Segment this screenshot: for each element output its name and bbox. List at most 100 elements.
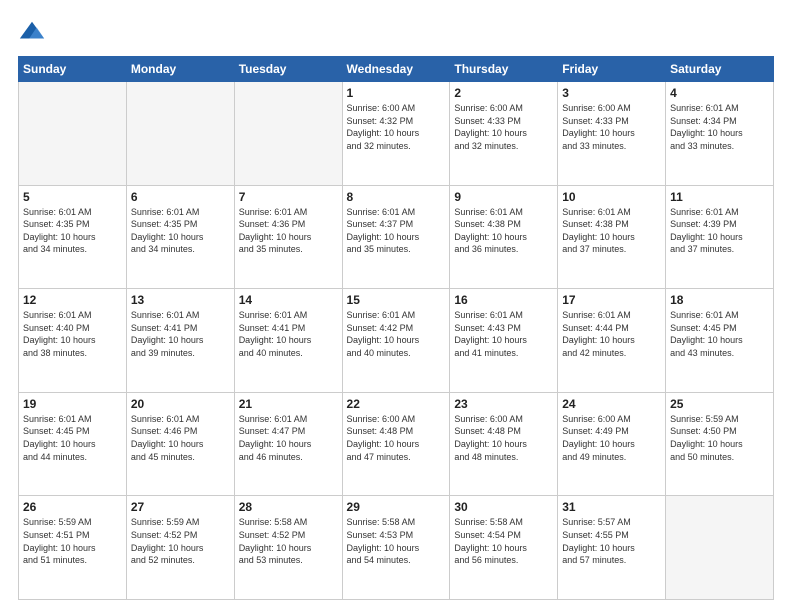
calendar-cell: 19 Sunrise: 6:01 AM Sunset: 4:45 PM Dayli… [19, 392, 127, 496]
day-info: Sunrise: 5:58 AM Sunset: 4:54 PM Dayligh… [454, 516, 553, 566]
day-number: 19 [23, 397, 122, 411]
calendar-day-header: Friday [558, 57, 666, 82]
day-number: 30 [454, 500, 553, 514]
day-info: Sunrise: 5:59 AM Sunset: 4:52 PM Dayligh… [131, 516, 230, 566]
calendar-day-header: Monday [126, 57, 234, 82]
calendar-week-row: 1 Sunrise: 6:00 AM Sunset: 4:32 PM Daylig… [19, 82, 774, 186]
calendar-header-row: SundayMondayTuesdayWednesdayThursdayFrid… [19, 57, 774, 82]
day-info: Sunrise: 6:00 AM Sunset: 4:33 PM Dayligh… [562, 102, 661, 152]
day-info: Sunrise: 6:00 AM Sunset: 4:48 PM Dayligh… [454, 413, 553, 463]
calendar-cell: 21 Sunrise: 6:01 AM Sunset: 4:47 PM Dayli… [234, 392, 342, 496]
logo-icon [18, 18, 46, 46]
calendar-cell: 29Sunrise: 5:58 AM Sunset: 4:53 PM Dayli… [342, 496, 450, 600]
day-info: Sunrise: 6:01 AM Sunset: 4:36 PM Dayligh… [239, 206, 338, 256]
day-info: Sunrise: 6:00 AM Sunset: 4:32 PM Dayligh… [347, 102, 446, 152]
day-info: Sunrise: 6:01 AM Sunset: 4:41 PM Dayligh… [131, 309, 230, 359]
calendar-cell: 27 Sunrise: 5:59 AM Sunset: 4:52 PM Dayli… [126, 496, 234, 600]
day-number: 23 [454, 397, 553, 411]
calendar-week-row: 12 Sunrise: 6:01 AM Sunset: 4:40 PM Dayli… [19, 289, 774, 393]
calendar-week-row: 5Sunrise: 6:01 AM Sunset: 4:35 PM Daylig… [19, 185, 774, 289]
day-number: 22 [347, 397, 446, 411]
day-number: 3 [562, 86, 661, 100]
day-info: Sunrise: 6:00 AM Sunset: 4:49 PM Dayligh… [562, 413, 661, 463]
calendar-cell: 30 Sunrise: 5:58 AM Sunset: 4:54 PM Dayli… [450, 496, 558, 600]
logo [18, 18, 50, 46]
calendar-cell: 13 Sunrise: 6:01 AM Sunset: 4:41 PM Dayli… [126, 289, 234, 393]
calendar-day-header: Wednesday [342, 57, 450, 82]
calendar-day-header: Thursday [450, 57, 558, 82]
day-number: 15 [347, 293, 446, 307]
calendar-cell: 1 Sunrise: 6:00 AM Sunset: 4:32 PM Daylig… [342, 82, 450, 186]
day-info: Sunrise: 6:01 AM Sunset: 4:46 PM Dayligh… [131, 413, 230, 463]
calendar-cell [126, 82, 234, 186]
day-info: Sunrise: 6:01 AM Sunset: 4:34 PM Dayligh… [670, 102, 769, 152]
calendar-cell: 28 Sunrise: 5:58 AM Sunset: 4:52 PM Dayli… [234, 496, 342, 600]
day-number: 17 [562, 293, 661, 307]
calendar-cell: 12 Sunrise: 6:01 AM Sunset: 4:40 PM Dayli… [19, 289, 127, 393]
day-number: 10 [562, 190, 661, 204]
day-info: Sunrise: 6:01 AM Sunset: 4:35 PM Dayligh… [23, 206, 122, 256]
calendar-cell [234, 82, 342, 186]
day-number: 31 [562, 500, 661, 514]
day-number: 7 [239, 190, 338, 204]
day-number: 26 [23, 500, 122, 514]
day-number: 12 [23, 293, 122, 307]
calendar-cell: 2Sunrise: 6:00 AM Sunset: 4:33 PM Daylig… [450, 82, 558, 186]
day-info: Sunrise: 6:01 AM Sunset: 4:42 PM Dayligh… [347, 309, 446, 359]
day-info: Sunrise: 6:01 AM Sunset: 4:37 PM Dayligh… [347, 206, 446, 256]
day-number: 13 [131, 293, 230, 307]
day-info: Sunrise: 5:57 AM Sunset: 4:55 PM Dayligh… [562, 516, 661, 566]
day-info: Sunrise: 6:00 AM Sunset: 4:48 PM Dayligh… [347, 413, 446, 463]
calendar-cell: 23 Sunrise: 6:00 AM Sunset: 4:48 PM Dayli… [450, 392, 558, 496]
calendar-cell: 6Sunrise: 6:01 AM Sunset: 4:35 PM Daylig… [126, 185, 234, 289]
calendar-cell [666, 496, 774, 600]
calendar-cell: 9 Sunrise: 6:01 AM Sunset: 4:38 PM Daylig… [450, 185, 558, 289]
calendar-day-header: Saturday [666, 57, 774, 82]
day-number: 4 [670, 86, 769, 100]
day-number: 9 [454, 190, 553, 204]
calendar-cell: 7 Sunrise: 6:01 AM Sunset: 4:36 PM Daylig… [234, 185, 342, 289]
calendar-cell: 14Sunrise: 6:01 AM Sunset: 4:41 PM Dayli… [234, 289, 342, 393]
day-info: Sunrise: 5:58 AM Sunset: 4:52 PM Dayligh… [239, 516, 338, 566]
day-info: Sunrise: 6:01 AM Sunset: 4:43 PM Dayligh… [454, 309, 553, 359]
calendar-cell: 22 Sunrise: 6:00 AM Sunset: 4:48 PM Dayli… [342, 392, 450, 496]
day-number: 24 [562, 397, 661, 411]
calendar-cell: 17Sunrise: 6:01 AM Sunset: 4:44 PM Dayli… [558, 289, 666, 393]
calendar-cell: 24 Sunrise: 6:00 AM Sunset: 4:49 PM Dayli… [558, 392, 666, 496]
day-info: Sunrise: 6:00 AM Sunset: 4:33 PM Dayligh… [454, 102, 553, 152]
day-number: 6 [131, 190, 230, 204]
day-number: 1 [347, 86, 446, 100]
day-info: Sunrise: 6:01 AM Sunset: 4:38 PM Dayligh… [454, 206, 553, 256]
day-info: Sunrise: 5:59 AM Sunset: 4:50 PM Dayligh… [670, 413, 769, 463]
calendar-cell: 3 Sunrise: 6:00 AM Sunset: 4:33 PM Daylig… [558, 82, 666, 186]
calendar-cell: 18Sunrise: 6:01 AM Sunset: 4:45 PM Dayli… [666, 289, 774, 393]
calendar-cell: 11 Sunrise: 6:01 AM Sunset: 4:39 PM Dayli… [666, 185, 774, 289]
calendar-day-header: Tuesday [234, 57, 342, 82]
day-number: 27 [131, 500, 230, 514]
calendar-cell: 26 Sunrise: 5:59 AM Sunset: 4:51 PM Dayli… [19, 496, 127, 600]
day-info: Sunrise: 6:01 AM Sunset: 4:45 PM Dayligh… [23, 413, 122, 463]
day-info: Sunrise: 5:59 AM Sunset: 4:51 PM Dayligh… [23, 516, 122, 566]
calendar-cell: 16 Sunrise: 6:01 AM Sunset: 4:43 PM Dayli… [450, 289, 558, 393]
day-number: 14 [239, 293, 338, 307]
day-number: 25 [670, 397, 769, 411]
calendar-week-row: 19 Sunrise: 6:01 AM Sunset: 4:45 PM Dayli… [19, 392, 774, 496]
day-number: 28 [239, 500, 338, 514]
day-info: Sunrise: 6:01 AM Sunset: 4:47 PM Dayligh… [239, 413, 338, 463]
day-number: 8 [347, 190, 446, 204]
calendar-cell: 8 Sunrise: 6:01 AM Sunset: 4:37 PM Daylig… [342, 185, 450, 289]
day-info: Sunrise: 6:01 AM Sunset: 4:40 PM Dayligh… [23, 309, 122, 359]
day-number: 29 [347, 500, 446, 514]
calendar-cell: 25 Sunrise: 5:59 AM Sunset: 4:50 PM Dayli… [666, 392, 774, 496]
calendar-cell: 10 Sunrise: 6:01 AM Sunset: 4:38 PM Dayli… [558, 185, 666, 289]
day-number: 21 [239, 397, 338, 411]
day-info: Sunrise: 6:01 AM Sunset: 4:38 PM Dayligh… [562, 206, 661, 256]
calendar-day-header: Sunday [19, 57, 127, 82]
page: SundayMondayTuesdayWednesdayThursdayFrid… [0, 0, 792, 612]
day-number: 11 [670, 190, 769, 204]
day-info: Sunrise: 6:01 AM Sunset: 4:45 PM Dayligh… [670, 309, 769, 359]
day-number: 16 [454, 293, 553, 307]
calendar-cell: 20Sunrise: 6:01 AM Sunset: 4:46 PM Dayli… [126, 392, 234, 496]
day-info: Sunrise: 6:01 AM Sunset: 4:39 PM Dayligh… [670, 206, 769, 256]
header [18, 18, 774, 46]
